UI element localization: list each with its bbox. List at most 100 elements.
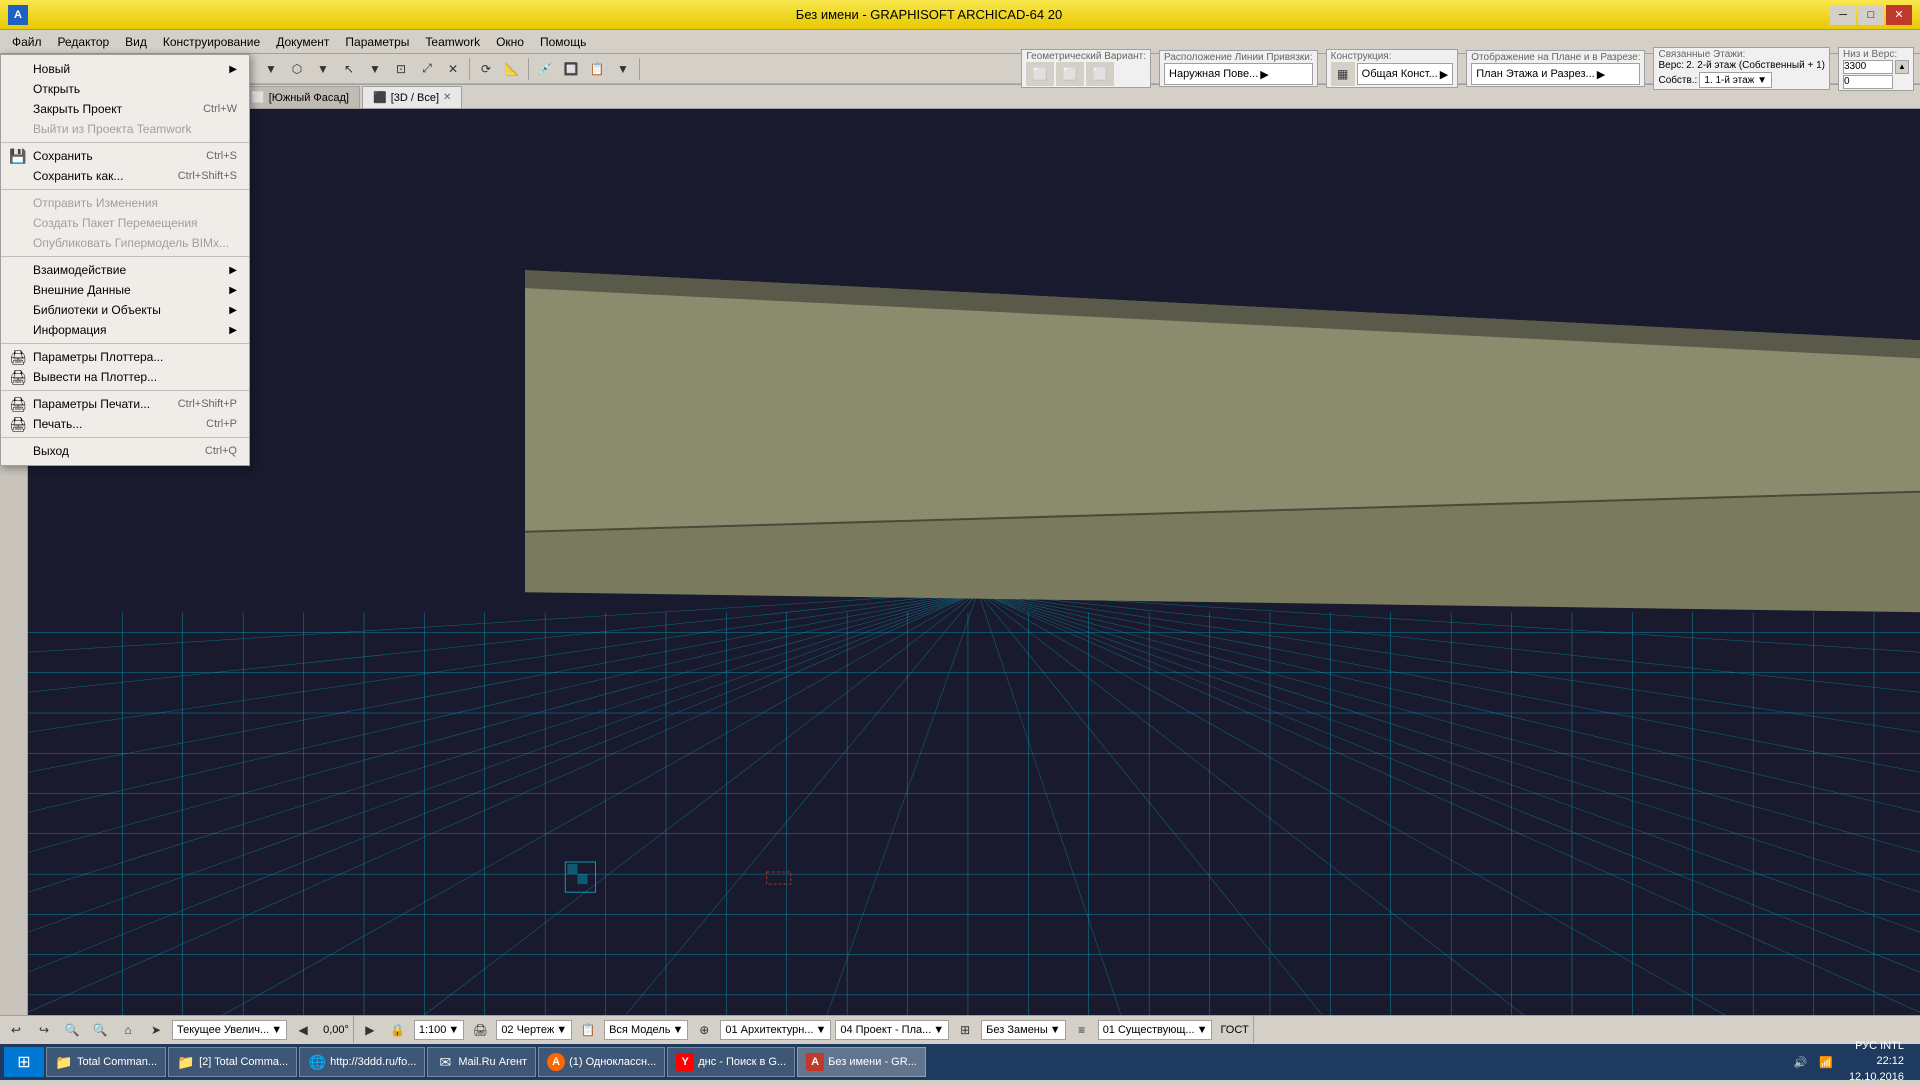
line-placement-dropdown[interactable]: Наружная Пове... ▶	[1164, 63, 1313, 85]
undo-status-btn[interactable]: ↩	[4, 1018, 28, 1042]
menu-document[interactable]: Документ	[268, 33, 337, 51]
model-dropdown[interactable]: Вся Модель ▼	[604, 1020, 688, 1040]
plan-display-dropdown[interactable]: План Этажа и Разрез... ▶	[1471, 63, 1640, 85]
viewport[interactable]	[28, 109, 1920, 1015]
existing-dropdown[interactable]: 01 Существующ... ▼	[1098, 1020, 1213, 1040]
height-bot-input[interactable]	[1843, 75, 1893, 89]
line-placement-label: Расположение Линии Привязки:	[1164, 52, 1313, 63]
geo-btn2[interactable]: ⬜	[1056, 62, 1084, 86]
tab-3d[interactable]: ⬛ [3D / Все] ✕	[362, 86, 462, 108]
start-button[interactable]: ⊞	[4, 1047, 44, 1077]
nav-btn[interactable]: ➤	[144, 1018, 168, 1042]
polygon-btn[interactable]: ⬡	[285, 57, 309, 81]
height-top-input[interactable]	[1843, 60, 1893, 74]
menu-shortcut-print-params: Ctrl+Shift+P	[178, 398, 237, 410]
measure-btn[interactable]: 📐	[500, 57, 524, 81]
angle-next-btn[interactable]: ▶	[358, 1018, 382, 1042]
menu-teamwork[interactable]: Teamwork	[417, 33, 488, 51]
scene-svg	[28, 109, 1920, 1015]
lock-btn[interactable]: 🔒	[386, 1018, 410, 1042]
menu-params[interactable]: Параметры	[337, 33, 417, 51]
menu-window[interactable]: Окно	[488, 33, 532, 51]
construction-group: Конструкция: ▦ Общая Конст... ▶	[1326, 49, 1459, 88]
3d-view-btn[interactable]: 🔲	[559, 57, 583, 81]
menu-entry-exit[interactable]: ВыходCtrl+Q	[1, 441, 249, 461]
menu-separator	[1, 390, 249, 391]
category-dropdown[interactable]: 01 Архитектурн... ▼	[720, 1020, 831, 1040]
menu-entry-open[interactable]: Открыть	[1, 79, 249, 99]
close-button[interactable]: ✕	[1886, 5, 1912, 25]
menu-entry-print[interactable]: 🖨Печать...Ctrl+P	[1, 414, 249, 434]
minimize-button[interactable]: ─	[1830, 5, 1856, 25]
layer-btn[interactable]: 📋	[585, 57, 609, 81]
menu-entry-plotter-params[interactable]: 🖨Параметры Плоттера...	[1, 347, 249, 367]
scale-btn[interactable]: ⤢	[415, 57, 439, 81]
menu-entry-save-as[interactable]: Сохранить как...Ctrl+Shift+S	[1, 166, 249, 186]
layer-dropdown[interactable]: 02 Чертеж ▼	[496, 1020, 572, 1040]
menu-editor[interactable]: Редактор	[50, 33, 118, 51]
replacement-dropdown[interactable]: Без Замены ▼	[981, 1020, 1066, 1040]
taskbar-file-explorer2[interactable]: 📁 [2] Total Comma...	[168, 1047, 297, 1077]
bot-floor-dropdown[interactable]: 1. 1-й этаж ▼	[1699, 72, 1772, 88]
menu-entry-print-params[interactable]: 🖨Параметры Печати...Ctrl+Shift+P	[1, 394, 249, 414]
menu-entry-libraries[interactable]: Библиотеки и Объекты▶	[1, 300, 249, 320]
line-placement-group: Расположение Линии Привязки: Наружная По…	[1159, 50, 1318, 87]
menu-entry-new[interactable]: Новый▶	[1, 59, 249, 79]
toolbar1: 📄 📂 💾 ↩ ↪ ⊞ ✛ ✂ ▭ ▼ ⬡ ▼ ↖ ▼ ⊡ ⤢ ✕ ⟳ 📐 💉 …	[0, 54, 1920, 84]
file-explorer2-icon: 📁	[177, 1053, 195, 1071]
zoom-in-btn[interactable]: 🔍	[88, 1018, 112, 1042]
replacement-icon[interactable]: ≡	[1070, 1018, 1094, 1042]
menu-view[interactable]: Вид	[117, 33, 155, 51]
layer-icon[interactable]: 📋	[576, 1018, 600, 1042]
tray-time: 22:12	[1849, 1054, 1904, 1069]
model-icon[interactable]: ⊕	[692, 1018, 716, 1042]
geo-btn3[interactable]: ⬜	[1086, 62, 1114, 86]
angle-prev-btn[interactable]: ◀	[291, 1018, 315, 1042]
redo-status-btn[interactable]: ↪	[32, 1018, 56, 1042]
menu-entry-info[interactable]: Информация▶	[1, 320, 249, 340]
geo-btn1[interactable]: ⬜	[1026, 62, 1054, 86]
menu-entry-print-plotter[interactable]: 🖨Вывести на Плоттер...	[1, 367, 249, 387]
eyedropper-btn[interactable]: 💉	[533, 57, 557, 81]
scale-dropdown[interactable]: 1:100 ▼	[414, 1020, 464, 1040]
height-top-up[interactable]: ▲	[1895, 60, 1909, 74]
tb-drop4[interactable]: ▼	[611, 57, 635, 81]
zoom-dropdown[interactable]: Текущее Увелич... ▼	[172, 1020, 287, 1040]
project-phase-dropdown[interactable]: 04 Проект - Пла... ▼	[835, 1020, 949, 1040]
construction-dropdown[interactable]: Общая Конст... ▶	[1357, 63, 1454, 85]
menu-file[interactable]: Файл	[4, 33, 50, 51]
construction-icon[interactable]: ▦	[1331, 62, 1355, 86]
menu-entry-close-project[interactable]: Закрыть ПроектCtrl+W	[1, 99, 249, 119]
taskbar-file-explorer[interactable]: 📁 Total Comman...	[46, 1047, 166, 1077]
menu-entry-external-data[interactable]: Внешние Данные▶	[1, 280, 249, 300]
menu-construct[interactable]: Конструирование	[155, 33, 268, 51]
home-btn[interactable]: ⌂	[116, 1018, 140, 1042]
menu-entry-save[interactable]: 💾СохранитьCtrl+S	[1, 146, 249, 166]
taskbar-archicad[interactable]: A Без имени - GR...	[797, 1047, 926, 1077]
maximize-button[interactable]: □	[1858, 5, 1884, 25]
sep6	[639, 58, 640, 80]
print-btn[interactable]: 🖨	[468, 1018, 492, 1042]
tb-drop1[interactable]: ▼	[259, 57, 283, 81]
menu-help[interactable]: Помощь	[532, 33, 594, 51]
tray-volume[interactable]: 🔊	[1790, 1056, 1812, 1069]
3d-rotate-btn[interactable]: ⟳	[474, 57, 498, 81]
phase-icon[interactable]: ⊞	[953, 1018, 977, 1042]
tb-drop3[interactable]: ▼	[363, 57, 387, 81]
archicad-icon: A	[806, 1053, 824, 1071]
tab-3d-close[interactable]: ✕	[443, 92, 451, 103]
tab-south-facade[interactable]: ⬜ [Южный Фасад]	[240, 86, 360, 108]
tray-clock[interactable]: РУС INTL 22:12 12.10.2016	[1841, 1039, 1912, 1085]
menu-entry-interaction[interactable]: Взаимодействие▶	[1, 260, 249, 280]
taskbar-odnoklassniki[interactable]: A (1) Одноклассн...	[538, 1047, 665, 1077]
menu-separator	[1, 189, 249, 190]
taskbar-browser[interactable]: 🌐 http://3ddd.ru/fo...	[299, 1047, 425, 1077]
tray-network[interactable]: 📶	[1815, 1056, 1837, 1069]
tb-drop2[interactable]: ▼	[311, 57, 335, 81]
close-btn[interactable]: ✕	[441, 57, 465, 81]
zoom-out-btn[interactable]: 🔍	[60, 1018, 84, 1042]
cursor-btn[interactable]: ↖	[337, 57, 361, 81]
taskbar-mail[interactable]: ✉ Mail.Ru Агент	[427, 1047, 536, 1077]
taskbar-yandex[interactable]: Y днс - Поиск в G...	[667, 1047, 795, 1077]
select-btn[interactable]: ⊡	[389, 57, 413, 81]
